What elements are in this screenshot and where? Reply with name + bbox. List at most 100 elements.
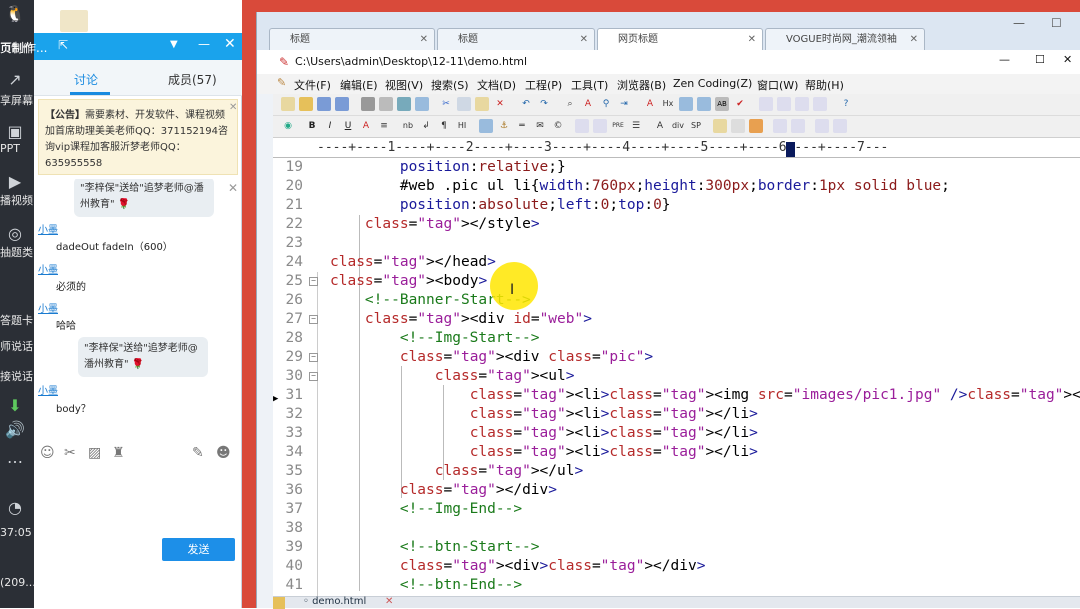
font-size-icon[interactable]: ≡ (377, 119, 391, 133)
menu-edit[interactable]: 编辑(E) (340, 77, 378, 93)
gift-icon[interactable]: ♜ (112, 445, 125, 461)
sidebar-item-share[interactable]: 享屏幕 (0, 92, 34, 108)
code-line[interactable]: 39 <!--btn-Start--> (273, 538, 1080, 557)
hr-icon[interactable]: ═ (515, 119, 529, 133)
sidebar-item-connect-speak[interactable]: 接说话 (0, 368, 34, 384)
menu-help[interactable]: 帮助(H) (805, 77, 844, 93)
sidebar-item-answer-card[interactable]: 答题卡 (0, 312, 34, 328)
palette-icon[interactable] (749, 119, 763, 133)
menu-search[interactable]: 搜索(S) (431, 77, 469, 93)
copy-icon[interactable] (457, 97, 471, 111)
menu-view[interactable]: 视图(V) (385, 77, 423, 93)
list-icon[interactable] (593, 119, 607, 133)
message-username[interactable]: 小墨 (38, 382, 58, 397)
fold-toggle-icon[interactable]: − (309, 353, 318, 362)
message-username[interactable]: 小墨 (38, 300, 58, 315)
fold-toggle-icon[interactable]: − (309, 372, 318, 381)
check-icon[interactable]: ✔ (733, 97, 747, 111)
window-layout-2-icon[interactable] (777, 97, 791, 111)
code-line[interactable]: 28 <!--Img-Start--> (273, 329, 1080, 348)
find-icon[interactable]: ⌕ (563, 97, 577, 111)
menu-browser[interactable]: 浏览器(B) (617, 77, 666, 93)
nbsp-icon[interactable]: nb (401, 119, 415, 133)
sidebar-item-teacher-speak[interactable]: 师说话 (0, 338, 34, 354)
menu-window[interactable]: 窗口(W) (757, 77, 798, 93)
code-line[interactable]: 19 position:relative;} (273, 158, 1080, 177)
ppt-icon[interactable]: ▣ (0, 122, 30, 141)
tab-close-icon[interactable]: ✕ (580, 29, 588, 50)
menu-tools[interactable]: 工具(T) (571, 77, 608, 93)
draw-icon[interactable]: ◎ (0, 224, 30, 243)
code-line[interactable]: 38 (273, 519, 1080, 538)
iframe-icon[interactable] (791, 119, 805, 133)
goto-icon[interactable]: ⇥ (617, 97, 631, 111)
message-username[interactable]: 小墨 (38, 221, 58, 236)
frame-icon[interactable] (773, 119, 787, 133)
menu-project[interactable]: 工程(P) (525, 77, 562, 93)
send-button[interactable]: 发送 (162, 538, 235, 561)
scissors-icon[interactable]: ✂ (64, 445, 76, 461)
minimize-icon[interactable]: — (198, 37, 210, 51)
window-minimize-icon[interactable]: — (1013, 16, 1025, 30)
undo-icon[interactable]: ↶ (519, 97, 533, 111)
code-line[interactable]: 25− class="tag"><body> (273, 272, 1080, 291)
window-layout-3-icon[interactable] (795, 97, 809, 111)
window-layout-4-icon[interactable] (813, 97, 827, 111)
heading-icon[interactable]: HI (455, 119, 469, 133)
hex-icon[interactable]: Hx (661, 97, 675, 111)
replace-icon[interactable]: A (581, 97, 595, 111)
share-icon[interactable]: ⇱ (58, 38, 68, 52)
code-line[interactable]: 41 <!--btn-End--> (273, 576, 1080, 595)
editor-minimize-icon[interactable]: — (999, 53, 1010, 66)
members-icon[interactable]: ☻ (216, 445, 231, 461)
message-username[interactable]: 小墨 (38, 261, 58, 276)
tab-discuss[interactable]: 讨论 (74, 71, 98, 88)
menu-zen-coding[interactable]: Zen Coding(Z) (673, 77, 752, 90)
ordered-list-icon[interactable]: ☰ (629, 119, 643, 133)
globe-icon[interactable]: ◉ (281, 119, 295, 133)
line-break-icon[interactable]: ↲ (419, 119, 433, 133)
edit-icon[interactable]: ✎ (192, 445, 204, 461)
browser-tab-active[interactable]: 网页标题 ✕ (597, 28, 763, 50)
code-line[interactable]: 35 class="tag"></ul> (273, 462, 1080, 481)
folder-icon[interactable] (273, 597, 285, 609)
close-icon[interactable]: ✕ (224, 36, 236, 52)
tab-close-icon[interactable]: ✕ (910, 29, 918, 50)
video-icon[interactable]: ▶ (0, 172, 30, 191)
document-tab[interactable]: ◦ demo.html (303, 596, 366, 607)
code-line[interactable]: 31 ▶ class="tag"><li>class="tag"><img src… (273, 386, 1080, 405)
code-line[interactable]: 33 class="tag"><li>class="tag"></li> (273, 424, 1080, 443)
tab-members[interactable]: 成员(57) (168, 71, 217, 88)
window-layout-1-icon[interactable] (759, 97, 773, 111)
mail-icon[interactable]: ✉ (533, 119, 547, 133)
print-icon[interactable] (361, 97, 375, 111)
layout-icon[interactable] (833, 119, 847, 133)
span-icon[interactable]: SP (689, 119, 703, 133)
spellcheck-icon[interactable] (397, 97, 411, 111)
code-line[interactable]: 21 position:absolute;left:0;top:0} (273, 196, 1080, 215)
code-line[interactable]: 30− class="tag"><ul> (273, 367, 1080, 386)
redo-icon[interactable]: ↷ (537, 97, 551, 111)
dropdown-icon[interactable]: ▼ (170, 39, 178, 50)
align-icon[interactable]: A (653, 119, 667, 133)
browser-preview-icon[interactable] (415, 97, 429, 111)
image-icon[interactable]: ▨ (88, 445, 101, 461)
document-tab-close-icon[interactable]: ✕ (385, 596, 393, 607)
browser-tab[interactable]: 标题 ✕ (437, 28, 595, 50)
browser-tab[interactable]: 标题 ✕ (269, 28, 435, 50)
code-line[interactable]: 36 class="tag"></div> (273, 481, 1080, 500)
delete-icon[interactable]: ✕ (493, 97, 507, 111)
menu-file[interactable]: 文件(F) (294, 77, 331, 93)
code-line[interactable]: 27− class="tag"><div id="web"> (273, 310, 1080, 329)
form-icon[interactable] (731, 119, 745, 133)
code-line[interactable]: 24 class="tag"></head> (273, 253, 1080, 272)
code-area[interactable]: 19 position:relative;} 20 #web .pic ul li… (273, 158, 1080, 596)
pre-icon[interactable]: PRE (611, 119, 625, 133)
fold-toggle-icon[interactable]: − (309, 315, 318, 324)
code-line[interactable]: 37 <!--Img-End--> (273, 500, 1080, 519)
code-line[interactable]: 40 class="tag"><div>class="tag"></div> (273, 557, 1080, 576)
editor-close-icon[interactable]: ✕ (1063, 53, 1072, 66)
print-preview-icon[interactable] (379, 97, 393, 111)
font-icon[interactable]: A (643, 97, 657, 111)
underline-icon[interactable]: U (341, 119, 355, 133)
